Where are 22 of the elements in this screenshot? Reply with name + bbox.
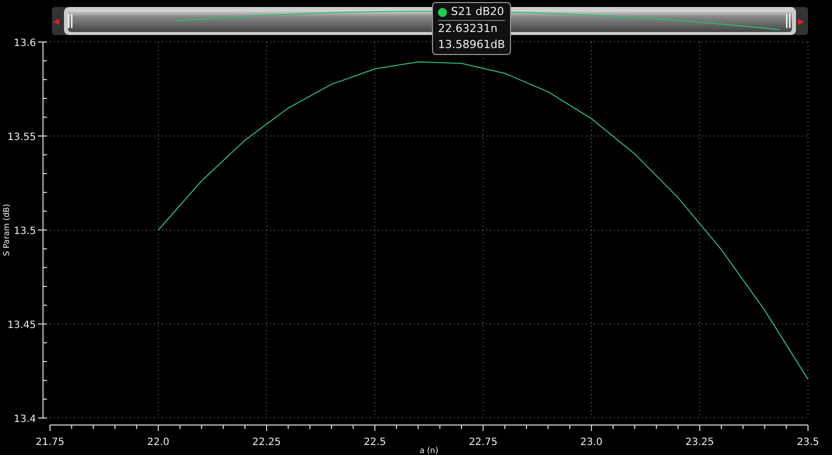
x-tick-label: 22.75 [468,437,498,448]
right-handle-icon[interactable] [786,14,790,28]
x-tick-label: 23.5 [796,437,820,448]
x-tick-label: 21.75 [36,437,64,448]
x-tick-label: 23.0 [580,437,603,448]
x-tick-label: 22.5 [364,437,386,448]
x-tick-label: 22.0 [147,437,170,448]
y-tick-label: 13.4 [14,414,36,425]
y-tick-label: 13.55 [7,132,36,143]
x-axis-label: a (n) [420,446,438,455]
y-tick-label: 13.45 [7,320,36,331]
y-tick-label: 13.6 [14,38,36,49]
marker-name: S21 dB20 [451,4,504,20]
marker-y-reading: 13.58961dB [438,37,506,53]
x-tick-label: 22.25 [252,437,281,448]
scroll-left-arrow[interactable]: ◀ [53,17,60,26]
left-handle-icon[interactable] [68,14,72,28]
marker-x-reading: 22.63231n [438,21,498,37]
y-tick-label: 13.5 [14,226,36,237]
x-tick-label: 23.25 [685,437,714,448]
y-axis-label: S Param (dB) [2,204,11,256]
scroll-right-arrow[interactable]: ▶ [798,17,804,26]
